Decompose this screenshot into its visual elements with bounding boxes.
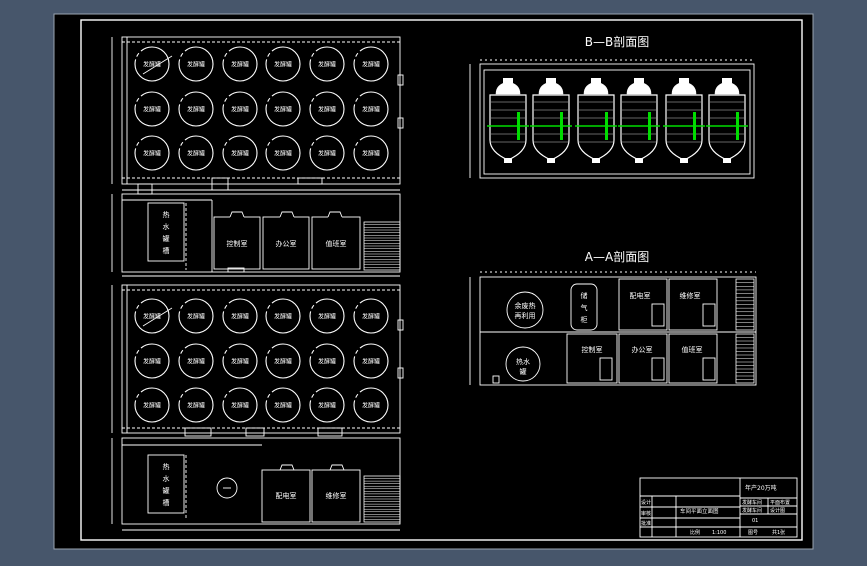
aa-lower-tank-line-1: 热水	[516, 357, 530, 366]
tb-design: 设计	[641, 499, 651, 506]
upper-tank-r3c6-label: 发酵罐	[362, 150, 380, 158]
lower-tank-r3c6-label: 发酵罐	[362, 402, 380, 410]
upper-tank-r1c6-label: 发酵罐	[362, 61, 380, 69]
upper-tank-r3c2-label: 发酵罐	[187, 150, 205, 158]
aa-tall-tank-char-2: 气	[581, 303, 588, 312]
aa-upper-tank-line-2: 再利用	[515, 311, 536, 320]
upper-tank-r3c4-label: 发酵罐	[274, 150, 292, 158]
tb-line3b: 设计图	[770, 507, 785, 514]
lower-tank-r3c2-label: 发酵罐	[187, 402, 205, 410]
bb-section-title: B—B剖面图	[585, 35, 649, 49]
upper-tank-r1c3-label: 发酵罐	[231, 61, 249, 69]
tb-scale-label: 比例	[690, 529, 700, 536]
lower-tank-r3c5-label: 发酵罐	[318, 402, 336, 410]
upper-hot-water-char-4: 槽	[163, 246, 170, 255]
lower-tank-r1c4-label: 发酵罐	[274, 313, 292, 321]
tb-sheet-number: 01	[752, 518, 758, 524]
lower-tank-r2c5-label: 发酵罐	[318, 358, 336, 366]
lower-hot-water-char-2: 水	[163, 474, 170, 483]
upper-tank-r1c4-label: 发酵罐	[274, 61, 292, 69]
lower-hot-water-char-1: 热	[163, 462, 170, 471]
tb-sheet-label: 图号	[748, 530, 758, 536]
upper-tank-r1c2-label: 发酵罐	[187, 61, 205, 69]
aa-room-control: 控制室	[582, 345, 603, 354]
lower-tank-r1c2-label: 发酵罐	[187, 313, 205, 321]
aa-section-title: A—A剖面图	[585, 250, 649, 264]
lower-tank-r1c3-label: 发酵罐	[231, 313, 249, 321]
upper-tank-r2c4-label: 发酵罐	[274, 106, 292, 114]
tb-total: 共1张	[772, 529, 785, 536]
tb-project: 年产20万吨	[745, 484, 777, 492]
room-power-lower: 配电室	[276, 491, 297, 500]
aa-lower-tank-line-2: 罐	[520, 367, 527, 376]
room-repair-lower: 维修室	[326, 491, 347, 500]
aa-room-office: 办公室	[632, 345, 653, 354]
lower-tank-r3c4-label: 发酵罐	[274, 402, 292, 410]
upper-tank-r2c1-label: 发酵罐	[143, 106, 161, 114]
lower-hot-water-char-4: 槽	[163, 498, 170, 507]
upper-hot-water-char-3: 罐	[163, 234, 170, 243]
upper-hot-water-char-2: 水	[163, 222, 170, 231]
room-office-upper: 办公室	[276, 239, 297, 248]
tb-check: 审核	[641, 510, 651, 517]
tb-line2b: 平面布置	[770, 499, 790, 506]
upper-hot-water-char-1: 热	[163, 210, 170, 219]
aa-room-repair: 维修室	[680, 291, 701, 300]
lower-tank-r3c1-label: 发酵罐	[143, 402, 161, 410]
cad-viewport[interactable]: 发酵罐 发酵罐 发酵罐 发酵罐 发酵罐 发酵罐 发酵罐 发酵罐 发酵罐 发酵罐 发酵罐 发酵罐 发酵罐发…	[0, 0, 867, 562]
tb-line3a: 发酵车间	[742, 507, 762, 514]
lower-tank-r2c2-label: 发酵罐	[187, 358, 205, 366]
lower-tank-r2c1-label: 发酵罐	[143, 358, 161, 366]
lower-tank-r2c6-label: 发酵罐	[362, 358, 380, 366]
tb-line2a: 发酵车间	[742, 499, 762, 506]
tb-drawing-name: 车间平面立面图	[680, 507, 719, 515]
room-duty-upper: 值班室	[326, 239, 347, 248]
upper-tank-r2c2-label: 发酵罐	[187, 106, 205, 114]
tb-scale-value: 1:100	[712, 530, 726, 536]
aa-upper-tank-line-1: 余废热	[515, 301, 536, 310]
tb-approve: 批准	[641, 520, 651, 527]
lower-tank-r2c3-label: 发酵罐	[231, 358, 249, 366]
aa-tall-tank-char-1: 储	[581, 291, 588, 300]
cad-drawing: 发酵罐 发酵罐 发酵罐 发酵罐 发酵罐 发酵罐发酵罐 发酵罐 发酵罐 发酵罐 发酵罐 发酵罐发酵罐发…	[53, 13, 814, 550]
upper-tank-r2c3-label: 发酵罐	[231, 106, 249, 114]
upper-tank-r2c5-label: 发酵罐	[318, 106, 336, 114]
upper-tank-r3c3-label: 发酵罐	[231, 150, 249, 158]
upper-tank-r3c5-label: 发酵罐	[318, 150, 336, 158]
aa-room-duty: 值班室	[682, 345, 703, 354]
upper-tank-r2c6-label: 发酵罐	[362, 106, 380, 114]
lower-tank-r2c4-label: 发酵罐	[274, 358, 292, 366]
lower-hot-water-char-3: 罐	[163, 486, 170, 495]
aa-room-power: 配电室	[630, 291, 651, 300]
lower-tank-r3c3-label: 发酵罐	[231, 402, 249, 410]
room-control-upper: 控制室	[227, 239, 248, 248]
lower-tank-r1c6-label: 发酵罐	[362, 313, 380, 321]
upper-tank-r1c5-label: 发酵罐	[318, 61, 336, 69]
aa-tall-tank-char-3: 柜	[581, 315, 588, 324]
upper-tank-r3c1-label: 发酵罐	[143, 150, 161, 158]
lower-tank-r1c5-label: 发酵罐	[318, 313, 336, 321]
